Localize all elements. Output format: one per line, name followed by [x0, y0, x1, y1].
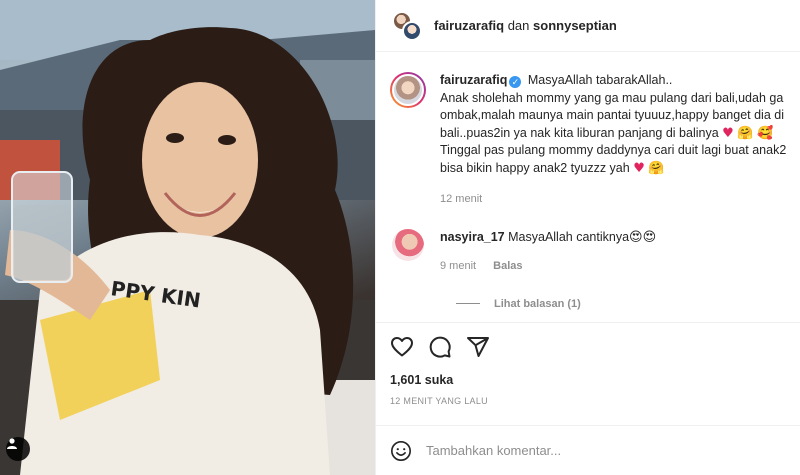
comment-username[interactable]: nasyira_17 [440, 230, 505, 244]
post-actions: 1,601 suka 12 MENIT YANG LALU [376, 322, 800, 406]
post-photo-illustration: PPY KIN [0, 0, 375, 475]
caption-row: fairuzarafiq ✓ MasyaAllah tabarakAllah.. … [390, 72, 800, 209]
emoji-picker-icon[interactable] [390, 440, 412, 462]
collab-avatars[interactable] [390, 9, 424, 43]
caption-line: Anak sholehah mommy yang ga mau pulang d… [440, 90, 784, 105]
reply-button[interactable]: Balas [493, 260, 522, 272]
add-comment-bar: Tambahkan komentar... [376, 425, 800, 475]
divider [456, 303, 480, 304]
heart-eyes-emoji-icon: 🥰 [756, 125, 774, 141]
avatar [402, 20, 422, 41]
post-photo[interactable]: PPY KIN [0, 0, 375, 475]
caption-avatar[interactable] [390, 72, 426, 108]
caption-line: MasyaAllah tabarakAllah.. [527, 73, 673, 87]
comments-section: fairuzarafiq ✓ MasyaAllah tabarakAllah.. … [376, 52, 800, 310]
comment-input[interactable]: Tambahkan komentar... [426, 443, 561, 458]
user-icon [7, 438, 17, 449]
comment-meta: 9 menit Balas [440, 258, 656, 276]
red-heart-emoji-icon: ♥ [633, 160, 645, 176]
collab-usernames: fairuzarafiq dan sonnyseptian [434, 18, 617, 33]
instagram-post: PPY KIN fairuzarafiq dan sonnyseptian fa… [0, 0, 800, 475]
star-struck-emoji-icon: 😍 [642, 229, 657, 245]
caption-line: bisa bikin happy anak2 tyuzzz yah [440, 160, 630, 175]
comment-body: nasyira_17 MasyaAllah cantiknya😍😍 9 meni… [440, 229, 656, 276]
like-count[interactable]: 1,601 suka [390, 373, 787, 387]
caption-body: fairuzarafiq ✓ MasyaAllah tabarakAllah.. … [440, 72, 786, 209]
red-heart-emoji-icon: ♥ [722, 125, 734, 141]
star-struck-emoji-icon: 😍 [629, 229, 643, 245]
comment-row: nasyira_17 MasyaAllah cantiknya😍😍 9 meni… [390, 228, 800, 276]
share-icon[interactable] [466, 335, 490, 359]
post-header: fairuzarafiq dan sonnyseptian [376, 0, 800, 52]
caption-line: ombak,malah maunya main pantai tyuuuz,ha… [440, 108, 784, 122]
hugging-face-emoji-icon: 🤗 [648, 160, 665, 176]
verified-badge-icon: ✓ [509, 76, 522, 88]
caption-line: Tinggal pas pulang mommy daddynya cari d… [440, 143, 787, 157]
comment-icon[interactable] [428, 335, 452, 359]
comment-text: MasyaAllah cantiknya [508, 229, 630, 244]
action-icons [390, 335, 787, 359]
caption-username[interactable]: fairuzarafiq [440, 73, 507, 87]
comment-avatar[interactable] [392, 228, 424, 261]
heart-icon[interactable] [390, 335, 414, 359]
hugging-face-emoji-icon: 🤗 [737, 125, 754, 141]
header-connector: dan [507, 18, 530, 33]
header-username-1[interactable]: fairuzarafiq [434, 18, 504, 33]
post-timestamp[interactable]: 12 MENIT YANG LALU [390, 396, 787, 406]
post-side-panel: fairuzarafiq dan sonnyseptian fairuzaraf… [375, 0, 800, 475]
tagged-users-button[interactable] [6, 437, 30, 461]
comment-timestamp[interactable]: 9 menit [440, 260, 476, 272]
view-replies-button[interactable]: Lihat balasan (1) [456, 298, 800, 310]
caption-line: bali..puas2in ya nak kita liburan panjan… [440, 125, 719, 140]
header-username-2[interactable]: sonnyseptian [533, 18, 617, 33]
caption-timestamp[interactable]: 12 menit [440, 191, 786, 209]
view-replies-label: Lihat balasan (1) [494, 297, 581, 310]
